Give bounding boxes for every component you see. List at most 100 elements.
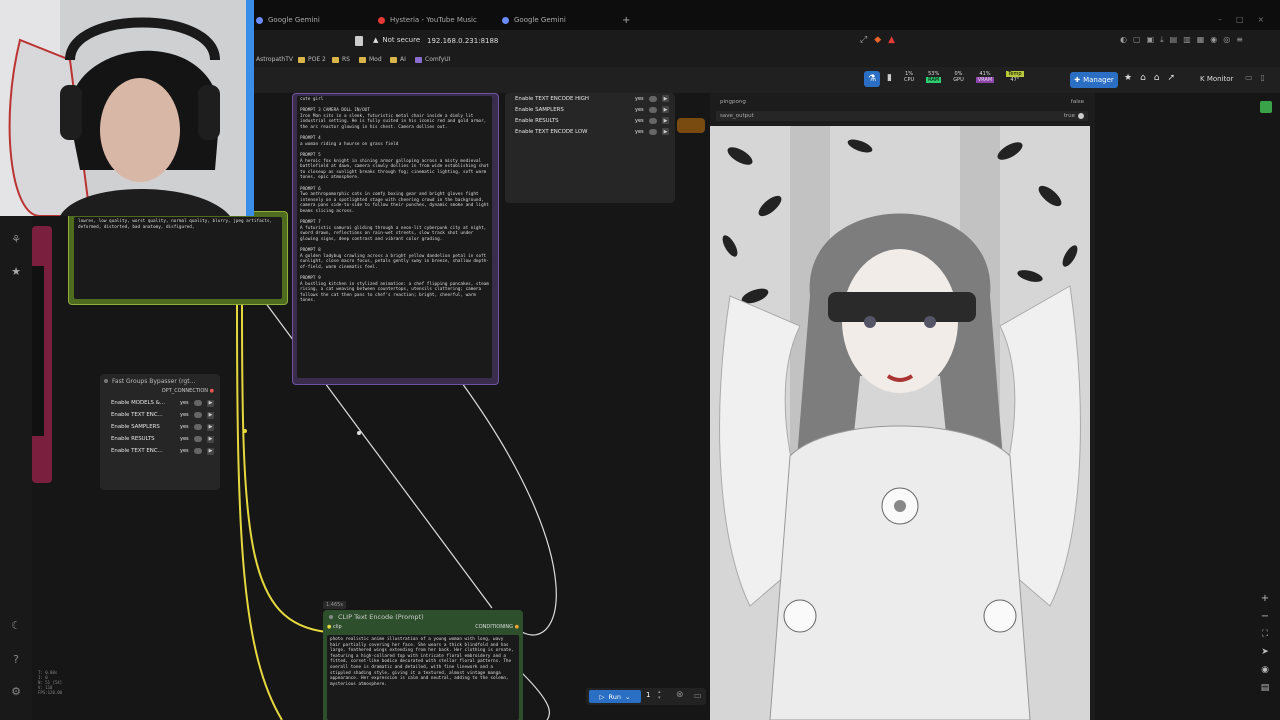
queue-icon[interactable]: ⚗	[864, 71, 880, 87]
bookmark-astropathtv[interactable]: AstropathTV	[256, 56, 293, 63]
pin-icon[interactable]: ▮	[887, 73, 892, 83]
toggle-value: yes	[635, 106, 644, 113]
fit-view-icon[interactable]: ⛶	[1256, 629, 1274, 647]
node-library-icon[interactable]: ⚘	[9, 233, 23, 247]
tab-google-gemini-1[interactable]: Google Gemini	[256, 10, 320, 30]
output-slot[interactable]: OPT_CONNECTION ●	[100, 388, 220, 397]
toggle-row[interactable]: Enable SAMPLERS yes ▶	[505, 104, 675, 115]
toggle-row[interactable]: Enable TEXT ENCODE HIGH yes ▶	[505, 93, 675, 104]
bookmark-icon[interactable]	[355, 36, 363, 46]
tab-youtube-music[interactable]: Hysteria - YouTube Music	[378, 10, 477, 30]
puzzle-icon: ✚	[1074, 76, 1081, 84]
toggle-value: yes	[635, 95, 644, 102]
window-controls[interactable]: –□×	[1218, 15, 1278, 24]
toggle-label: Enable TEXT ENCODE HIGH	[515, 95, 589, 102]
manager-button[interactable]: ✚ Manager	[1070, 72, 1118, 88]
fast-groups-bypasser-node[interactable]: Fast Groups Bypasser (rgt... OPT_CONNECT…	[100, 374, 220, 490]
go-arrow-icon: ▶	[207, 423, 214, 431]
group-frame-red	[32, 226, 52, 483]
toggle-label: Enable SAMPLERS	[515, 106, 564, 113]
security-indicator[interactable]: ▲ Not secure	[373, 36, 420, 44]
node-header[interactable]: CLIP Text Encode (Prompt)	[323, 610, 523, 624]
visibility-icon[interactable]: ◉	[1256, 665, 1274, 683]
negative-prompt-textarea[interactable]: lowres, low quality, worst quality, norm…	[74, 217, 282, 299]
group-frame-orange	[677, 118, 705, 133]
address-actions[interactable]: ⤢◆▲	[860, 35, 902, 45]
widget-value: false	[1070, 99, 1084, 105]
toolbar-icons[interactable]: ★⌂⌂➚	[1124, 73, 1183, 83]
toggle-row[interactable]: Enable TEXT ENC... yes ▶	[100, 445, 220, 457]
conditioning-link	[461, 382, 557, 636]
clip-prompt-textarea[interactable]: photo realistic anime illustration of a …	[327, 635, 519, 720]
toggle-row[interactable]: Enable MODELS &... yes ▶	[100, 397, 220, 409]
prompt-list-textarea[interactable]: cute girl PROMPT 3 CAMERA DOLL IN/OUT Ir…	[297, 96, 492, 378]
negative-prompt-text: lowres, low quality, worst quality, norm…	[78, 219, 275, 230]
resource-monitor: 1% CPU 53% RAM 0% GPU 41% VRAM Temp 47°	[904, 71, 1024, 83]
queue-panel-icon[interactable]: ▭	[694, 691, 702, 700]
toggle-label: Enable TEXT ENCODE LOW	[515, 128, 588, 135]
manager-label: Manager	[1083, 76, 1114, 84]
zoom-out-icon[interactable]: −	[1256, 611, 1274, 629]
bookmark-mod[interactable]: Mod	[359, 56, 382, 63]
new-tab-button[interactable]: +	[622, 10, 630, 30]
run-button[interactable]: ▷ Run ⌄	[589, 690, 641, 703]
theme-toggle-icon[interactable]: ☾	[9, 619, 23, 633]
node-header[interactable]: Fast Groups Bypasser (rgt...	[100, 374, 220, 388]
cancel-icon[interactable]: ⊗	[676, 690, 684, 700]
toggle-switch	[649, 95, 657, 102]
monitor-edge	[246, 0, 254, 216]
bookmark-ai[interactable]: AI	[390, 56, 406, 63]
security-label: Not secure	[382, 36, 421, 44]
toggle-row[interactable]: Enable TEXT ENC... yes ▶	[100, 409, 220, 421]
clip-input-slot[interactable]: ● clip	[327, 624, 342, 634]
favorites-icon[interactable]: ★	[9, 265, 23, 279]
bypasser-node-top[interactable]: Enable TEXT ENCODE HIGH yes ▶ Enable SAMPL…	[505, 93, 675, 203]
toggle-switch	[194, 436, 202, 442]
output-label: CONDITIONING	[475, 624, 514, 630]
toggle-row[interactable]: Enable RESULTS yes ▶	[505, 115, 675, 126]
conditioning-output-slot[interactable]: CONDITIONING ●	[475, 624, 519, 634]
toggle-switch	[194, 400, 202, 406]
bookmark-label: RS	[342, 56, 350, 63]
brave-shield-icon: ◆	[874, 35, 889, 45]
widget-label: save_output	[720, 113, 754, 119]
monitor-button[interactable]: K Monitor	[1200, 75, 1233, 83]
extension-icons[interactable]: ◐▢▣⤓▤▥▦◉◎≡	[1120, 35, 1249, 45]
widget-pingpong[interactable]: pingpong false	[716, 99, 1088, 109]
toggle-value: yes	[635, 117, 644, 124]
url-field[interactable]: 192.168.0.231:8188	[427, 37, 498, 45]
node-slots: ● clip CONDITIONING ●	[323, 624, 523, 634]
settings-gear-icon[interactable]: ⚙	[9, 685, 23, 699]
prompt-list-node[interactable]: cute girl PROMPT 3 CAMERA DOLL IN/OUT Ir…	[292, 93, 499, 385]
bookmark-comfyui[interactable]: ComfyUI	[415, 56, 450, 63]
queue-status-icon[interactable]	[1260, 101, 1272, 113]
negative-prompt-node[interactable]: lowres, low quality, worst quality, norm…	[68, 211, 288, 305]
count-stepper[interactable]: ▴ ▾	[658, 689, 661, 701]
toggle-value: yes	[180, 412, 189, 418]
toggle-row[interactable]: Enable SAMPLERS yes ▶	[100, 421, 220, 433]
toggle-row[interactable]: Enable RESULTS yes ▶	[100, 433, 220, 445]
tab-label: Google Gemini	[268, 16, 320, 24]
save-image-node[interactable]: pingpong false save_output true	[710, 93, 1095, 720]
tab-google-gemini-2[interactable]: Google Gemini	[502, 10, 566, 30]
batch-count[interactable]: 1	[646, 691, 650, 699]
toggle-row[interactable]: Enable TEXT ENCODE LOW yes ▶	[505, 126, 675, 137]
widget-label: pingpong	[720, 99, 746, 105]
stat-name: RAM	[926, 77, 942, 83]
toggle-switch	[1078, 113, 1084, 119]
zoom-in-icon[interactable]: +	[1256, 593, 1274, 611]
bookmark-rs[interactable]: RS	[332, 56, 350, 63]
stat-vram: 41% VRAM	[975, 71, 995, 83]
bookmark-poe2[interactable]: POE 2	[298, 56, 326, 63]
select-mode-icon[interactable]: ➤	[1256, 647, 1274, 665]
toggle-switch	[194, 448, 202, 454]
prompt-list-text: cute girl PROMPT 3 CAMERA DOLL IN/OUT Ir…	[300, 97, 489, 304]
toggle-switch	[194, 412, 202, 418]
toggle-label: Enable MODELS &...	[111, 400, 166, 406]
minimap-icon[interactable]: ▤	[1256, 683, 1274, 701]
widget-save-output[interactable]: save_output true	[716, 111, 1088, 121]
clip-text-encode-node[interactable]: CLIP Text Encode (Prompt) ● clip CONDITI…	[323, 610, 523, 720]
node-title: Fast Groups Bypasser (rgt...	[112, 377, 196, 385]
layout-icons[interactable]: ▭▯	[1245, 73, 1273, 82]
help-icon[interactable]: ?	[9, 653, 23, 667]
